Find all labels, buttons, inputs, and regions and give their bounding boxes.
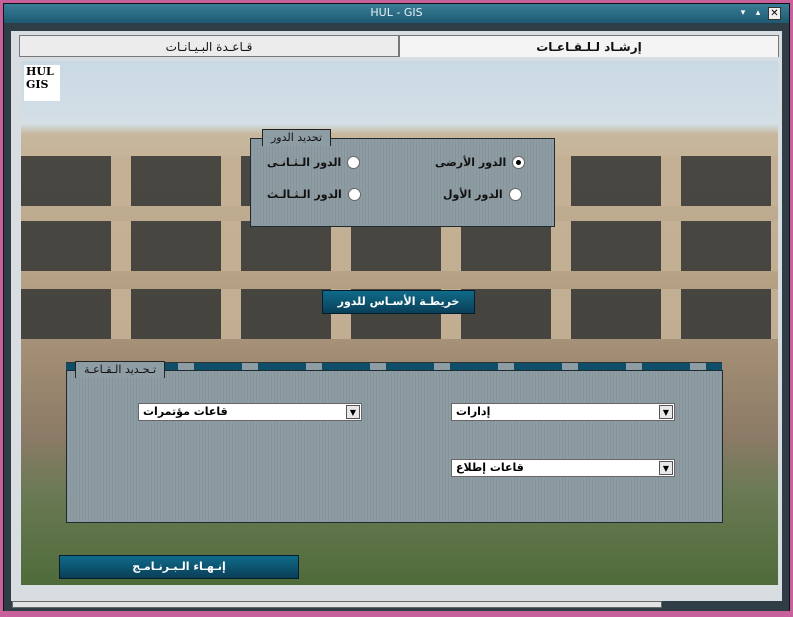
- radio-label: الدور الأول: [443, 188, 503, 201]
- select-value: قاعات مؤتمرات: [143, 405, 228, 418]
- departments-select[interactable]: إدارات ▼: [451, 403, 675, 421]
- chevron-down-icon[interactable]: ▼: [659, 461, 673, 475]
- base-map-button[interactable]: خريطـة الأسـاس للدور: [322, 290, 475, 314]
- reading-halls-select[interactable]: قاعات إطلاع ▼: [451, 459, 675, 477]
- radio-button[interactable]: [512, 156, 526, 169]
- floor-panel-legend: تحديد الدور: [262, 129, 332, 146]
- radio-second-floor[interactable]: الدور الـثـانـى: [267, 156, 361, 169]
- tab-database[interactable]: قـاعـدة البـيـانـات: [19, 35, 399, 57]
- minimize-icon[interactable]: ▾: [737, 7, 749, 19]
- status-tab: [12, 601, 662, 608]
- select-value: قاعات إطلاع: [456, 461, 524, 474]
- radio-button[interactable]: [347, 188, 361, 201]
- conference-halls-select[interactable]: قاعات مؤتمرات ▼: [138, 403, 362, 421]
- radio-third-floor[interactable]: الدور الـثـالـث: [267, 188, 361, 201]
- radio-first-floor[interactable]: الدور الأول: [443, 188, 522, 201]
- chevron-down-icon[interactable]: ▼: [346, 405, 360, 419]
- tab-hall-guide[interactable]: إرشـاد لـلـقـاعـات: [399, 35, 779, 57]
- radio-label: الدور الأرضى: [435, 156, 507, 169]
- hall-panel-legend: تـحـديد الـقـاعـة: [75, 361, 166, 378]
- radio-label: الدور الـثـانـى: [267, 156, 342, 169]
- radio-label: الدور الـثـالـث: [267, 188, 342, 201]
- radio-ground-floor[interactable]: الدور الأرضى: [435, 156, 526, 169]
- floor-panel: [250, 138, 555, 227]
- title-bar[interactable]: HUL - GIS ▾ ▴ ✕: [4, 4, 789, 23]
- close-icon[interactable]: ✕: [768, 7, 781, 20]
- window-title: HUL - GIS: [370, 6, 423, 19]
- hall-panel: [66, 370, 723, 523]
- chevron-down-icon[interactable]: ▼: [659, 405, 673, 419]
- exit-program-button[interactable]: إنـهـاء الـبـرنـامـج: [59, 555, 299, 579]
- hul-gis-logo: HUL GIS: [24, 65, 60, 101]
- radio-button[interactable]: [347, 156, 361, 169]
- select-value: إدارات: [456, 405, 491, 418]
- logo-line1: HUL: [26, 65, 54, 78]
- building-windows-row: [21, 221, 778, 271]
- logo-line2: GIS: [26, 78, 49, 91]
- radio-button[interactable]: [508, 188, 522, 201]
- maximize-icon[interactable]: ▴: [752, 7, 764, 19]
